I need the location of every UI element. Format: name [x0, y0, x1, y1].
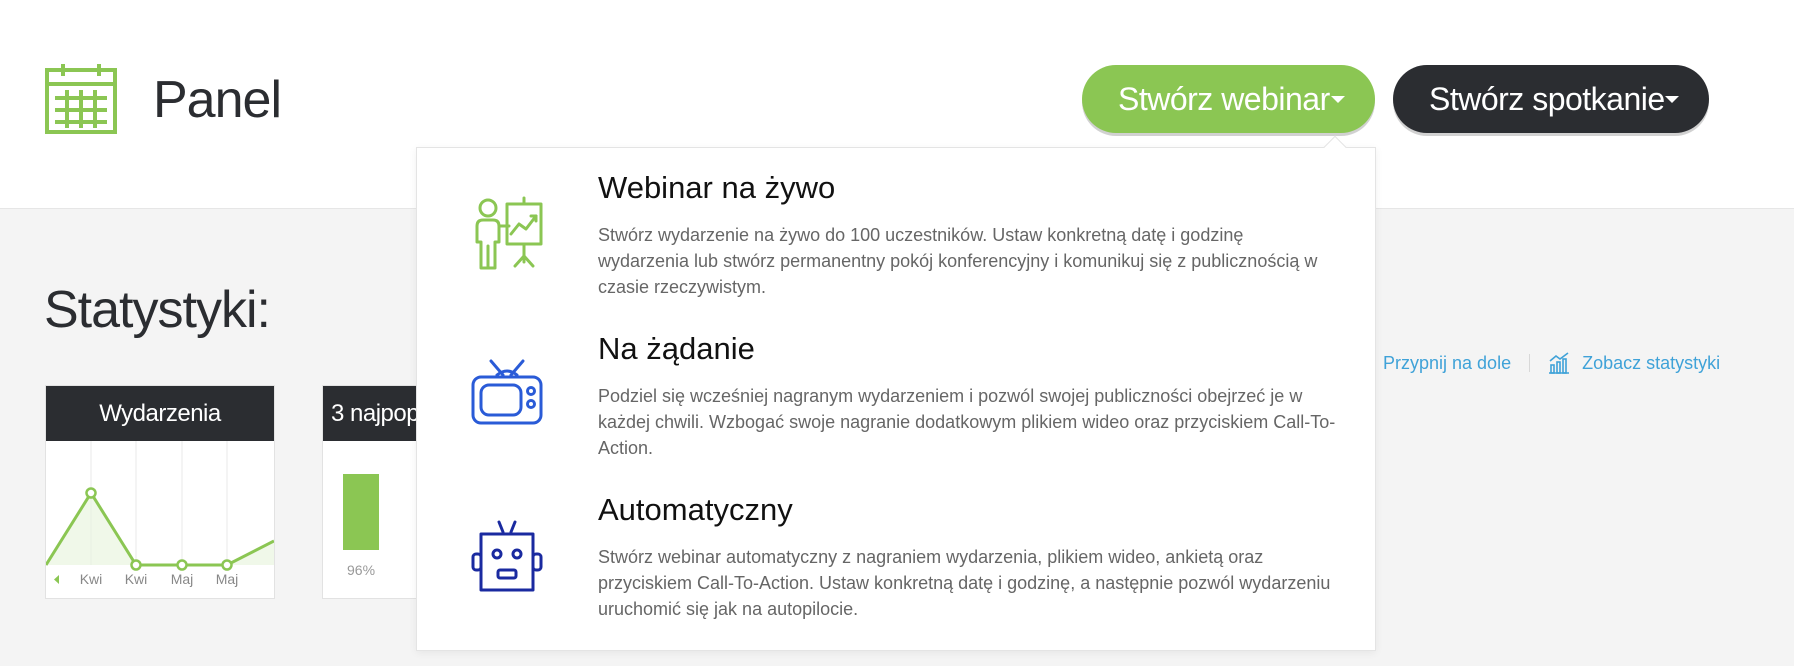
- events-card-title: Wydarzenia: [46, 386, 274, 441]
- create-webinar-label: Stwórz webinar: [1118, 80, 1330, 117]
- create-meeting-button[interactable]: Stwórz spotkanie: [1393, 65, 1709, 133]
- stats-title: Statystyki:: [44, 281, 271, 339]
- series-area: [46, 493, 274, 565]
- x-tick-label: Maj: [216, 571, 239, 587]
- data-point: [130, 559, 142, 571]
- data-point: [221, 559, 233, 571]
- events-line-chart: Kwi Kwi Maj Maj: [46, 441, 274, 587]
- on-demand-option[interactable]: Na żądanie Podziel się wcześniej nagrany…: [417, 309, 1377, 469]
- statistics-icon[interactable]: [1548, 352, 1570, 374]
- webinar-live-option[interactable]: Webinar na żywo Stwórz wydarzenie na żyw…: [417, 148, 1377, 308]
- view-stats-link[interactable]: Zobacz statystyki: [1582, 353, 1720, 374]
- pin-bottom-link[interactable]: Przypnij na dole: [1383, 353, 1511, 374]
- tv-icon: [471, 359, 543, 425]
- option-title: Na żądanie: [598, 331, 755, 366]
- caret-down-icon: [1665, 96, 1679, 103]
- page-title: Panel: [153, 71, 282, 129]
- create-meeting-label: Stwórz spotkanie: [1429, 80, 1665, 117]
- x-tick-label: Kwi: [125, 571, 148, 587]
- option-description: Stwórz wydarzenie na żywo do 100 uczestn…: [598, 225, 1318, 297]
- chart-bar: [343, 474, 379, 550]
- data-point: [176, 559, 188, 571]
- option-title: Automatyczny: [598, 492, 793, 527]
- divider: [1529, 354, 1531, 372]
- option-title: Webinar na żywo: [598, 170, 836, 205]
- bar-data-label: 96%: [347, 562, 376, 578]
- option-description: Stwórz webinar automatyczny z nagraniem …: [598, 547, 1331, 619]
- caret-down-icon: [1331, 96, 1345, 103]
- scroll-left-icon[interactable]: [54, 575, 59, 584]
- presenter-icon: [475, 196, 543, 270]
- x-tick-label: Maj: [171, 571, 194, 587]
- robot-icon: [471, 520, 543, 592]
- data-point: [85, 487, 97, 499]
- automatic-option[interactable]: Automatyczny Stwórz webinar automatyczny…: [417, 470, 1377, 630]
- option-description: Podziel się wcześniej nagranym wydarzeni…: [598, 386, 1336, 458]
- create-webinar-button[interactable]: Stwórz webinar: [1082, 65, 1375, 133]
- create-webinar-dropdown: Webinar na żywo Stwórz wydarzenie na żyw…: [416, 147, 1376, 651]
- stats-links: Przypnij na dole Zobacz statystyki: [1383, 352, 1720, 374]
- top-three-card-title: 3 najpop: [323, 386, 431, 441]
- events-card: Wydarzenia Kwi Kwi Maj Maj: [45, 385, 275, 599]
- calendar-icon: [45, 64, 117, 134]
- x-tick-label: Kwi: [80, 571, 103, 587]
